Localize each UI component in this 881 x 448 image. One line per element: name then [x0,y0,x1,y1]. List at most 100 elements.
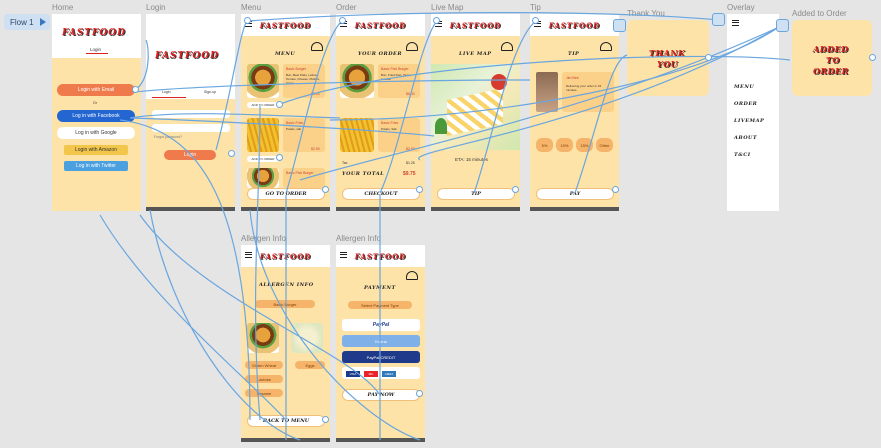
food-cloche-icon [406,271,418,280]
added-line3: ORDER [813,66,849,76]
add-to-order-button[interactable]: ADD TO ORDER [247,102,279,108]
checkout-button[interactable]: CHECKOUT [342,188,420,200]
wire-handle[interactable] [512,186,519,193]
menu-icon[interactable] [340,252,347,258]
frame-order[interactable]: FASTFOOD YOUR ORDER Basic Fish Burger Bu… [336,14,425,211]
app-header: FASTFOOD [336,14,425,36]
frame-scrollbar[interactable] [530,207,619,211]
wire-handle[interactable] [276,101,283,108]
tip-button[interactable]: TIP [437,188,515,200]
nav-about[interactable]: ABOUT [734,135,757,141]
nav-tc[interactable]: T&CI [734,152,751,158]
tip-option-5[interactable]: 5% [536,138,553,152]
wire-handle[interactable] [433,17,440,24]
frame-label-thankyou: Thank You [627,9,665,18]
frame-scrollbar[interactable] [241,207,330,211]
nav-livemap[interactable]: LIVEMAP [734,118,764,124]
frame-overlay[interactable]: MENU ORDER LIVEMAP ABOUT T&CI [727,14,779,211]
add-to-order-button[interactable]: ADD TO ORDER [247,156,279,162]
frame-login[interactable]: FASTFOOD Login Sign-up Forgot password? … [146,14,235,211]
allergen-tag: Gluten Wheat [245,361,283,369]
paypal-option[interactable]: PayPal [342,319,420,331]
paypal-credit-option[interactable]: PayPal CREDIT [342,351,420,363]
wire-handle[interactable] [416,390,423,397]
frame-home[interactable]: FASTFOOD Login Login with Email Or Log i… [52,14,141,211]
page-title: MENU [275,51,296,57]
password-field[interactable] [152,124,230,132]
wire-handle[interactable] [612,186,619,193]
go-to-order-button[interactable]: GO TO ORDER [247,188,325,200]
tip-option-10[interactable]: 10% [556,138,573,152]
wire-handle[interactable] [532,17,539,24]
play-icon[interactable] [39,18,46,26]
overlay-link-icon[interactable] [613,19,626,32]
frame-tip[interactable]: FASTFOOD TIP Jim Bee Delivering your ord… [530,14,619,211]
frame-scrollbar[interactable] [336,207,425,211]
back-to-menu-button[interactable]: BACK TO MENU [247,415,325,427]
frame-livemap[interactable]: FASTFOOD LIVE MAP ETA: 15 minutes TIP [431,14,520,211]
page-title: LIVE MAP [459,51,492,57]
frame-scrollbar[interactable] [241,438,330,442]
pay-button[interactable]: PAY [536,188,614,200]
frame-menu[interactable]: FASTFOOD MENU Basic Burger Bun, Beef Pat… [241,14,330,211]
login-facebook-button[interactable]: Log in with Facebook [57,110,135,122]
item-description: Potato, salt [286,127,302,131]
wire-handle[interactable] [132,86,139,93]
login-twitter-button[interactable]: Log in with Twitter [64,161,128,171]
tip-option-other[interactable]: Other [596,138,613,152]
frame-payment[interactable]: FASTFOOD PAYMENT Select Payment Type Pay… [336,245,425,442]
login-submit-button[interactable]: Login [164,150,216,160]
frame-scrollbar[interactable] [336,438,425,442]
klarna-option[interactable]: Klarna [342,335,420,347]
frame-scrollbar[interactable] [431,207,520,211]
frame-allergen[interactable]: FASTFOOD ALLERGEN INFO Basic Burger Glut… [241,245,330,442]
tab-signup[interactable]: Sign-up [204,90,216,94]
egg-image [291,323,323,353]
wire-handle[interactable] [705,54,712,61]
wire-handle[interactable] [244,17,251,24]
wire-handle[interactable] [339,17,346,24]
wire-handle[interactable] [869,54,876,61]
driver-note: Delivering your order in 15 minutes [566,84,602,92]
amex-icon[interactable]: AMEX [382,371,396,377]
thankyou-line1: THANK [649,48,686,58]
logo: FASTFOOD [259,251,312,261]
menu-icon[interactable] [732,20,739,26]
forgot-password-link[interactable]: Forgot password? [154,135,182,139]
login-email-button[interactable]: Login with Email [57,84,135,96]
frame-scrollbar[interactable] [146,207,235,211]
wire-handle[interactable] [228,150,235,157]
page-title: YOUR ORDER [358,51,402,57]
logo: FASTFOOD [155,51,219,61]
frame-thankyou[interactable]: THANK YOU [627,20,709,96]
tab-underline [86,53,108,54]
login-google-button[interactable]: Log in with Google [57,127,135,139]
item-name: Basic Fish Burger [381,67,409,71]
wire-handle[interactable] [416,186,423,193]
item-description: Potato, Salt [381,127,397,131]
nav-order[interactable]: ORDER [734,101,757,107]
tab-login[interactable]: Login [162,90,171,94]
username-field[interactable] [152,110,230,118]
flow-start-tag[interactable]: Flow 1 [4,14,50,30]
wire-handle[interactable] [322,416,329,423]
login-amazon-button[interactable]: Login with Amazon [64,145,128,155]
tip-option-15[interactable]: 15% [576,138,593,152]
tax-value: $1.25 [406,161,415,165]
nav-menu[interactable]: MENU [734,84,754,90]
overlay-link-icon[interactable] [712,13,725,26]
visa-icon[interactable]: VISA [346,371,360,377]
food-cloche-icon [600,42,612,51]
pay-now-button[interactable]: PAY NOW [342,389,420,401]
wire-handle[interactable] [276,154,283,161]
home-login-tab[interactable]: Login [90,47,101,52]
overlay-link-icon[interactable] [776,19,789,32]
menu-icon[interactable] [245,252,252,258]
live-map-view[interactable] [431,64,520,150]
frame-added[interactable]: ADDED TO ORDER [792,20,872,96]
app-header: FASTFOOD [241,245,330,267]
wire-handle[interactable] [322,186,329,193]
flow-label: Flow 1 [10,17,34,27]
frame-label-tip: Tip [530,3,541,12]
mastercard-icon[interactable]: MC [364,371,378,377]
